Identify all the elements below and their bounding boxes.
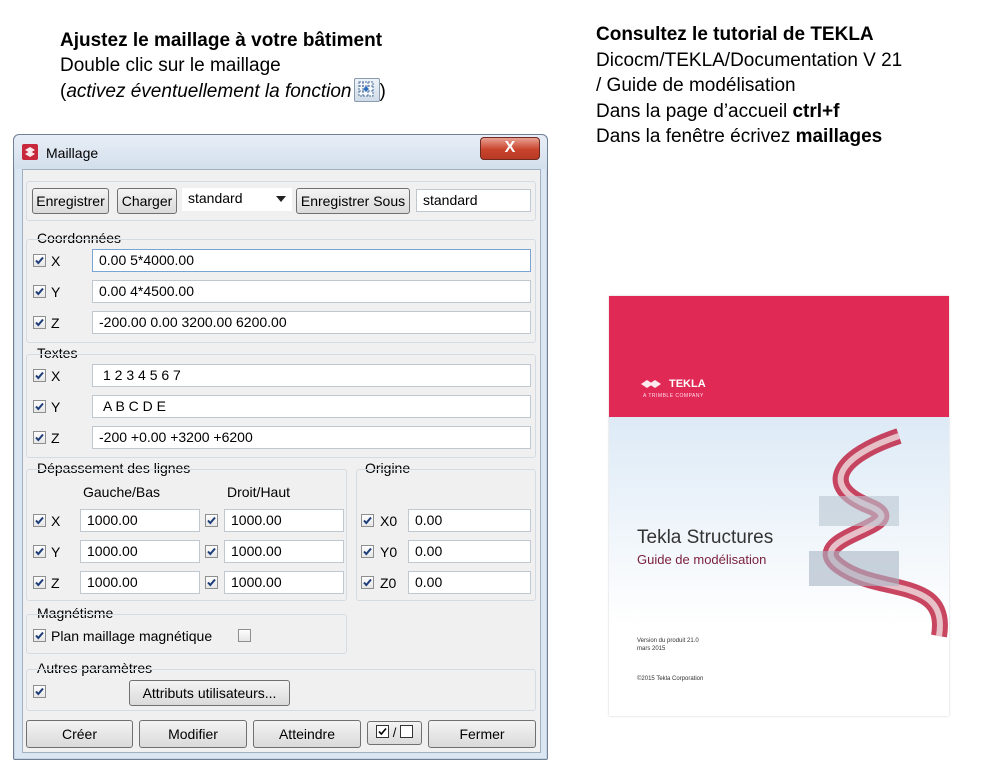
coord-y-checkbox[interactable] bbox=[33, 285, 46, 298]
dialog-title: Maillage bbox=[46, 145, 99, 161]
magnetic-plane-filter-checkbox[interactable] bbox=[238, 629, 251, 642]
dep-z-right-input[interactable]: 1000.00 bbox=[224, 571, 344, 594]
coord-z-checkbox[interactable] bbox=[33, 316, 46, 329]
text-y-label: Y bbox=[51, 399, 61, 415]
tekla-logo-icon bbox=[641, 380, 661, 388]
origin-x0-checkbox[interactable] bbox=[361, 514, 374, 527]
modify-button[interactable]: Modifier bbox=[139, 720, 247, 748]
instruction-heading: Ajustez le maillage à votre bâtiment bbox=[60, 30, 383, 51]
cover-title: Tekla Structures bbox=[637, 527, 774, 548]
origin-x0-label: X0 bbox=[380, 513, 398, 529]
dep-z-label: Z bbox=[51, 575, 60, 591]
origin-y0-input[interactable]: 0.00 bbox=[408, 540, 531, 563]
dep-y-left-input[interactable]: 1000.00 bbox=[80, 540, 200, 563]
magnetic-plane-checkbox[interactable] bbox=[33, 629, 46, 642]
tutorial-text: Consultez le tutorial de TEKLA Dicocm/TE… bbox=[596, 22, 902, 150]
cover-brand: TEKLA bbox=[669, 378, 706, 390]
tutorial-path: Dicocm/TEKLA/Documentation V 21 bbox=[596, 49, 903, 71]
origin-z0-checkbox[interactable] bbox=[361, 576, 374, 589]
dep-x-right-input[interactable]: 1000.00 bbox=[224, 509, 344, 532]
coord-x-checkbox[interactable] bbox=[33, 254, 46, 267]
gauche-bas-header: Gauche/Bas bbox=[83, 484, 161, 500]
chevron-down-icon bbox=[276, 196, 286, 202]
origin-y0-label: Y0 bbox=[380, 544, 398, 560]
close-window-button[interactable]: X bbox=[480, 137, 540, 160]
toggle-separator: / bbox=[392, 725, 397, 740]
maillage-dialog: Maillage X Enregistrer Charger standard … bbox=[13, 134, 548, 760]
text-z-checkbox[interactable] bbox=[33, 431, 46, 444]
save-button[interactable]: Enregistrer bbox=[32, 188, 109, 214]
dep-x-left-input[interactable]: 1000.00 bbox=[80, 509, 200, 532]
instruction-line-3: (activez éventuellement la fonction) bbox=[60, 78, 386, 104]
coord-x-input[interactable]: 0.00 5*4000.00 bbox=[92, 249, 531, 272]
tekla-app-icon bbox=[22, 144, 38, 160]
dep-y-right-checkbox[interactable] bbox=[205, 545, 218, 558]
create-button[interactable]: Créer bbox=[26, 720, 133, 748]
text-z-input[interactable]: -200 +0.00 +3200 +6200 bbox=[92, 426, 531, 449]
instructions: Ajustez le maillage à votre bâtiment Dou… bbox=[60, 28, 386, 104]
reach-button[interactable]: Atteindre bbox=[253, 720, 361, 748]
origin-z0-label: Z0 bbox=[380, 575, 397, 591]
origin-z0-input[interactable]: 0.00 bbox=[408, 571, 531, 594]
tekla-guide-cover: TEKLA A TRIMBLE COMPANY Tekla Structures… bbox=[609, 296, 949, 716]
tutorial-path-2: / Guide de modélisation bbox=[596, 75, 796, 96]
checked-box-icon bbox=[376, 725, 390, 738]
cover-brand-sub: A TRIMBLE COMPANY bbox=[643, 393, 704, 399]
coord-x-label: X bbox=[51, 253, 61, 269]
toggle-all-button[interactable]: / bbox=[367, 721, 422, 745]
tutorial-step-search: Dans la page d’accueil ctrl+f bbox=[596, 100, 840, 122]
text-y-checkbox[interactable] bbox=[33, 400, 46, 413]
coord-y-input[interactable]: 0.00 4*4500.00 bbox=[92, 280, 531, 303]
preset-select[interactable]: standard bbox=[182, 188, 292, 211]
dep-y-label: Y bbox=[51, 544, 61, 560]
coord-z-label: Z bbox=[51, 315, 60, 331]
dep-y-checkbox[interactable] bbox=[33, 545, 46, 558]
text-x-input[interactable]: 1 2 3 4 5 6 7 bbox=[92, 364, 531, 387]
tutorial-heading: Consultez le tutorial de TEKLA bbox=[596, 24, 874, 45]
dep-z-right-checkbox[interactable] bbox=[205, 576, 218, 589]
coord-z-input[interactable]: -200.00 0.00 3200.00 6200.00 bbox=[92, 311, 531, 334]
ribbon-illustration bbox=[809, 428, 948, 638]
user-attributes-checkbox[interactable] bbox=[33, 685, 46, 698]
user-attributes-button[interactable]: Attributs utilisateurs... bbox=[129, 680, 290, 706]
origin-y0-checkbox[interactable] bbox=[361, 545, 374, 558]
cover-version: Version du produit 21.0 bbox=[637, 638, 699, 644]
save-as-name-input[interactable]: standard bbox=[416, 189, 531, 212]
instruction-activate-text: activez éventuellement la fonction bbox=[66, 81, 352, 102]
dialog-body: Enregistrer Charger standard Enregistrer… bbox=[22, 169, 541, 753]
dep-z-left-input[interactable]: 1000.00 bbox=[80, 571, 200, 594]
dep-y-right-input[interactable]: 1000.00 bbox=[224, 540, 344, 563]
droit-haut-header: Droit/Haut bbox=[227, 484, 291, 500]
cover-date: mars 2015 bbox=[637, 646, 666, 652]
dep-x-label: X bbox=[51, 513, 61, 529]
tutorial-step-type: Dans la fenêtre écrivez maillages bbox=[596, 126, 883, 147]
title-bar[interactable]: Maillage X bbox=[14, 135, 547, 169]
save-as-button[interactable]: Enregistrer Sous bbox=[296, 188, 410, 214]
unchecked-box-icon bbox=[399, 725, 413, 738]
magnetic-plane-label: Plan maillage magnétique bbox=[51, 628, 213, 644]
origin-x0-input[interactable]: 0.00 bbox=[408, 509, 531, 532]
cover-copyright: ©2015 Tekla Corporation bbox=[637, 676, 704, 682]
text-y-input[interactable]: A B C D E bbox=[92, 395, 531, 418]
dep-z-checkbox[interactable] bbox=[33, 576, 46, 589]
dep-x-right-checkbox[interactable] bbox=[205, 514, 218, 527]
close-button[interactable]: Fermer bbox=[428, 720, 536, 748]
dep-x-checkbox[interactable] bbox=[33, 514, 46, 527]
coord-y-label: Y bbox=[51, 284, 61, 300]
grid-function-icon bbox=[353, 78, 380, 102]
text-x-label: X bbox=[51, 368, 61, 384]
load-button[interactable]: Charger bbox=[117, 188, 177, 214]
text-z-label: Z bbox=[51, 430, 60, 446]
text-x-checkbox[interactable] bbox=[33, 369, 46, 382]
cover-subtitle: Guide de modélisation bbox=[637, 552, 767, 567]
instruction-line-2: Double clic sur le maillage bbox=[60, 55, 281, 76]
